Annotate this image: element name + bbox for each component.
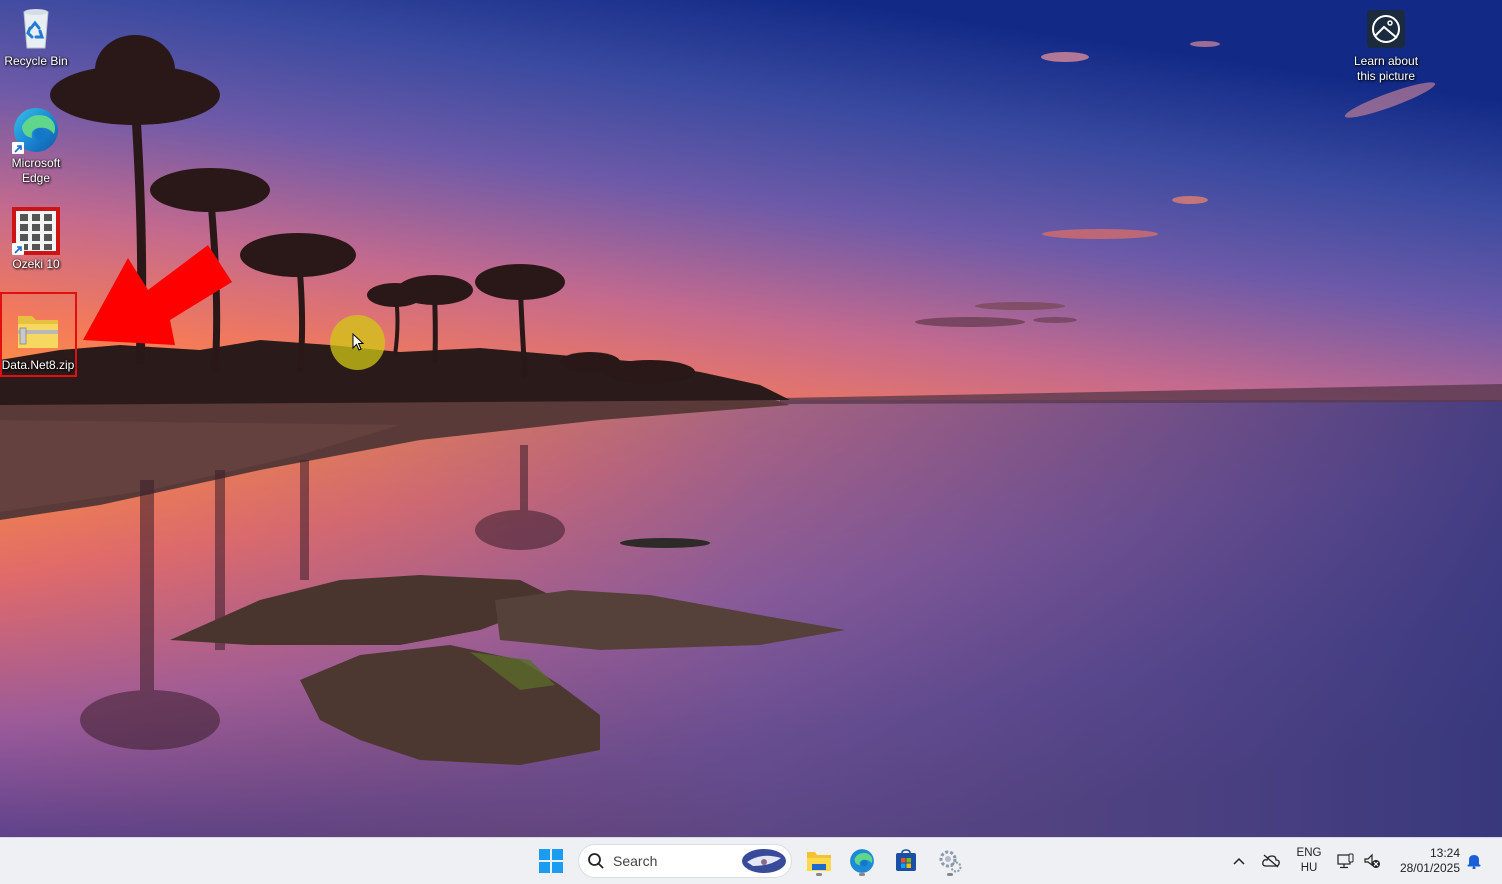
network-icon: [1337, 853, 1354, 869]
search-highlight-icon: [742, 849, 786, 873]
taskbar-file-explorer[interactable]: [800, 844, 838, 878]
running-indicator: [816, 873, 822, 876]
chevron-up-icon: [1233, 857, 1245, 865]
desktop[interactable]: Recycle Bin Microsoft Edge Ozeki 10 Data…: [0, 0, 1502, 837]
mouse-cursor-icon: [352, 333, 365, 351]
onedrive-status-button[interactable]: [1258, 844, 1284, 878]
notification-bell-icon: [1467, 855, 1481, 869]
taskbar: Search ENG HU 13:24 28/01/2025: [0, 837, 1502, 884]
edge-icon: [850, 849, 874, 873]
file-explorer-icon: [807, 852, 831, 871]
store-icon: [896, 849, 916, 871]
spotlight-label-line1: Learn about: [1353, 54, 1419, 68]
show-hidden-icons-button[interactable]: [1228, 844, 1250, 878]
search-icon: [588, 853, 604, 869]
running-indicator: [947, 873, 953, 876]
volume-button[interactable]: [1361, 844, 1383, 878]
clock-time: 13:24: [1429, 846, 1460, 860]
keyboard-layout: HU: [1300, 862, 1318, 874]
taskbar-search-box[interactable]: Search: [578, 844, 792, 878]
input-language-button[interactable]: ENG HU: [1292, 844, 1326, 878]
search-placeholder: Search: [613, 853, 658, 869]
picture-info-icon: [1367, 10, 1405, 48]
spotlight-label-line2: this picture: [1356, 69, 1416, 83]
annotation-arrow: [83, 245, 232, 345]
clock-date: 28/01/2025: [1399, 861, 1460, 875]
cloud-offline-icon: [1262, 854, 1280, 868]
taskbar-microsoft-store[interactable]: [887, 844, 925, 878]
volume-muted-icon: [1364, 853, 1380, 868]
windows-start-icon: [539, 849, 563, 873]
language-code: ENG: [1296, 847, 1322, 859]
settings-gear-icon: [939, 850, 962, 873]
learn-about-this-picture[interactable]: Learn about this picture: [1349, 10, 1423, 84]
taskbar-edge[interactable]: [843, 844, 881, 878]
clock-button[interactable]: 13:24 28/01/2025: [1390, 844, 1460, 878]
notifications-button[interactable]: [1464, 844, 1484, 878]
taskbar-settings[interactable]: [931, 844, 969, 878]
running-indicator: [859, 873, 865, 876]
network-button[interactable]: [1335, 844, 1357, 878]
start-button[interactable]: [533, 844, 569, 878]
